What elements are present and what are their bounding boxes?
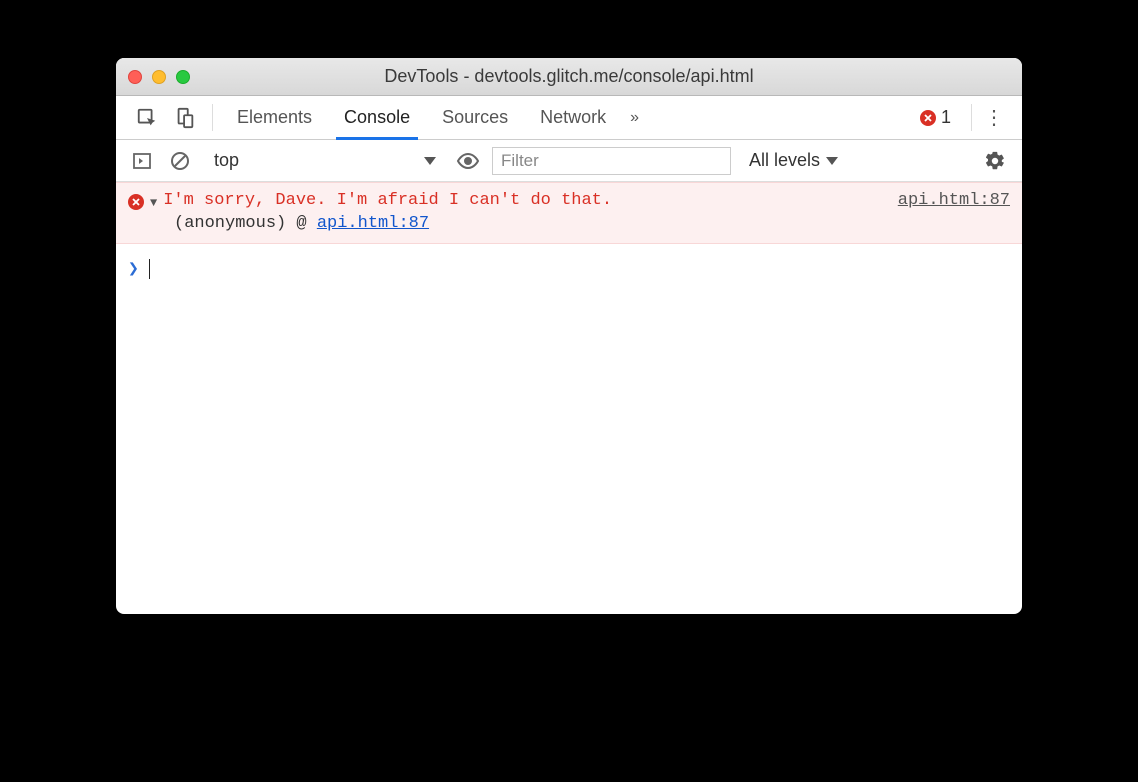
context-selector[interactable]: top [204, 146, 444, 176]
log-line: ▼ I'm sorry, Dave. I'm afraid I can't do… [128, 191, 1010, 210]
error-icon [128, 194, 144, 210]
stack-source-link[interactable]: api.html:87 [317, 214, 429, 233]
minimize-button[interactable] [152, 70, 166, 84]
filter-input[interactable] [492, 147, 731, 175]
inspect-icon[interactable] [128, 96, 166, 139]
panel-tabs: Elements Console Sources Network [221, 96, 622, 139]
close-button[interactable] [128, 70, 142, 84]
show-drawer-icon[interactable] [128, 147, 156, 175]
stack-trace-line: (anonymous) @ api.html:87 [174, 214, 1010, 233]
console-toolbar: top All levels [116, 140, 1022, 182]
tab-elements[interactable]: Elements [221, 96, 328, 139]
gear-icon[interactable] [980, 146, 1010, 176]
disclosure-triangle-icon[interactable]: ▼ [150, 196, 157, 210]
overflow-icon[interactable]: » [622, 96, 647, 139]
error-source-link[interactable]: api.html:87 [898, 191, 1010, 210]
eye-icon[interactable] [454, 147, 482, 175]
log-levels-selector[interactable]: All levels [741, 150, 846, 171]
tab-network[interactable]: Network [524, 96, 622, 139]
tab-console[interactable]: Console [328, 96, 426, 139]
prompt-chevron-icon: ❯ [128, 258, 139, 280]
main-toolbar: Elements Console Sources Network » 1 ⋮ [116, 96, 1022, 140]
error-badge-icon [920, 110, 936, 126]
maximize-button[interactable] [176, 70, 190, 84]
spacer [647, 96, 908, 139]
kebab-menu-icon[interactable]: ⋮ [980, 96, 1014, 139]
context-value: top [214, 150, 239, 171]
stack-function: (anonymous) [174, 214, 286, 233]
error-count-value: 1 [941, 107, 951, 128]
error-message: I'm sorry, Dave. I'm afraid I can't do t… [163, 191, 872, 210]
separator [971, 104, 972, 131]
levels-label: All levels [749, 150, 820, 171]
error-count[interactable]: 1 [908, 96, 963, 139]
log-error-entry: ▼ I'm sorry, Dave. I'm afraid I can't do… [116, 182, 1022, 244]
text-caret [149, 259, 150, 279]
console-body: ▼ I'm sorry, Dave. I'm afraid I can't do… [116, 182, 1022, 614]
devtools-window: DevTools - devtools.glitch.me/console/ap… [116, 58, 1022, 614]
window-title: DevTools - devtools.glitch.me/console/ap… [116, 66, 1022, 87]
clear-console-icon[interactable] [166, 147, 194, 175]
chevron-down-icon [424, 157, 436, 165]
tab-sources[interactable]: Sources [426, 96, 524, 139]
chevron-down-icon [826, 157, 838, 165]
stack-at: @ [296, 214, 306, 233]
separator [212, 104, 213, 131]
console-prompt[interactable]: ❯ [116, 244, 1022, 294]
window-titlebar: DevTools - devtools.glitch.me/console/ap… [116, 58, 1022, 96]
traffic-lights [128, 70, 190, 84]
device-toggle-icon[interactable] [166, 96, 204, 139]
